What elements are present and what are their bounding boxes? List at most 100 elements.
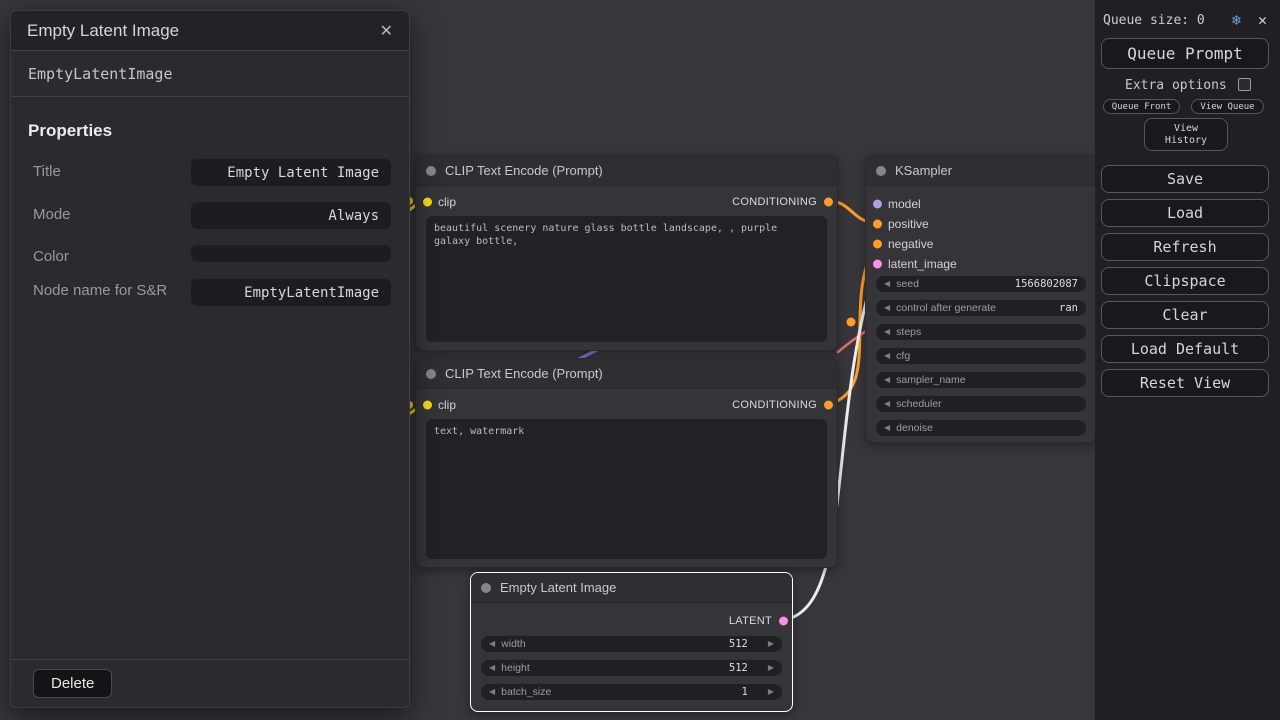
width-widget[interactable]: width 512 bbox=[481, 636, 782, 652]
node-name-field-label: Node name for S&R bbox=[33, 281, 183, 301]
node-title: CLIP Text Encode (Prompt) bbox=[445, 366, 603, 381]
node-empty-latent-image[interactable]: Empty Latent Image LATENT width 512 heig… bbox=[470, 572, 793, 712]
clip-input-port[interactable] bbox=[423, 401, 432, 410]
denoise-widget[interactable]: denoise bbox=[876, 420, 1086, 436]
decrement-arrow-icon[interactable] bbox=[489, 688, 495, 696]
view-history-line2: History bbox=[1165, 135, 1207, 147]
properties-heading: Properties bbox=[28, 121, 112, 141]
decrement-arrow-icon[interactable] bbox=[884, 376, 890, 384]
close-icon[interactable]: ✕ bbox=[1258, 11, 1267, 29]
load-button[interactable]: Load bbox=[1101, 199, 1269, 227]
latent-output-label: LATENT bbox=[729, 615, 772, 627]
collapse-dot-icon[interactable] bbox=[481, 583, 491, 593]
dialog-title: Empty Latent Image bbox=[27, 21, 179, 41]
increment-arrow-icon[interactable] bbox=[768, 688, 774, 696]
widget-value: 512 bbox=[729, 662, 748, 674]
clip-input-port[interactable] bbox=[423, 198, 432, 207]
extra-options-label: Extra options bbox=[1125, 78, 1227, 93]
reset-view-button[interactable]: Reset View bbox=[1101, 369, 1269, 397]
delete-button[interactable]: Delete bbox=[33, 669, 112, 698]
steps-widget[interactable]: steps bbox=[876, 324, 1086, 340]
conditioning-output-port[interactable] bbox=[824, 401, 833, 410]
save-button[interactable]: Save bbox=[1101, 165, 1269, 193]
slot-row: negative bbox=[866, 234, 1096, 254]
node-title: KSampler bbox=[895, 163, 952, 178]
decrement-arrow-icon[interactable] bbox=[489, 640, 495, 648]
decrement-arrow-icon[interactable] bbox=[884, 304, 890, 312]
node-ksampler[interactable]: KSampler model positive negative latent_… bbox=[865, 155, 1097, 443]
height-widget[interactable]: height 512 bbox=[481, 660, 782, 676]
collapse-dot-icon[interactable] bbox=[426, 369, 436, 379]
model-input-port[interactable] bbox=[873, 200, 882, 209]
node-header[interactable]: Empty Latent Image bbox=[471, 573, 792, 603]
batch-size-widget[interactable]: batch_size 1 bbox=[481, 684, 782, 700]
comfy-menu: Queue size: 0 ✕ Queue Prompt Extra optio… bbox=[1095, 0, 1280, 720]
color-field-label: Color bbox=[33, 247, 69, 267]
node-name-field-input[interactable]: EmptyLatentImage bbox=[191, 279, 391, 306]
refresh-button[interactable]: Refresh bbox=[1101, 233, 1269, 261]
extra-options-checkbox[interactable] bbox=[1238, 78, 1251, 91]
decrement-arrow-icon[interactable] bbox=[884, 424, 890, 432]
node-header[interactable]: CLIP Text Encode (Prompt) bbox=[416, 156, 837, 186]
clear-button[interactable]: Clear bbox=[1101, 301, 1269, 329]
negative-input-port[interactable] bbox=[873, 240, 882, 249]
conditioning-output-label: CONDITIONING bbox=[732, 399, 817, 411]
mode-field-label: Mode bbox=[33, 205, 71, 225]
title-field-label: Title bbox=[33, 162, 61, 182]
prompt-textarea[interactable]: text, watermark bbox=[426, 419, 827, 559]
widget-label: control after generate bbox=[896, 302, 996, 314]
close-icon[interactable]: ✕ bbox=[380, 21, 393, 41]
decrement-arrow-icon[interactable] bbox=[884, 400, 890, 408]
collapse-dot-icon[interactable] bbox=[876, 166, 886, 176]
view-history-button[interactable]: View History bbox=[1144, 118, 1228, 151]
queue-size-label: Queue size: 0 bbox=[1103, 13, 1205, 28]
widget-label: steps bbox=[896, 326, 921, 338]
dialog-header: Empty Latent Image ✕ bbox=[11, 11, 409, 51]
negative-input-label: negative bbox=[888, 237, 933, 251]
widget-label: height bbox=[501, 662, 530, 674]
latent-image-input-port[interactable] bbox=[873, 260, 882, 269]
view-history-line1: View bbox=[1174, 123, 1198, 135]
decrement-arrow-icon[interactable] bbox=[884, 328, 890, 336]
decrement-arrow-icon[interactable] bbox=[884, 352, 890, 360]
slot-row: latent_image bbox=[866, 254, 1096, 274]
title-field-input[interactable]: Empty Latent Image bbox=[191, 159, 391, 186]
cfg-widget[interactable]: cfg bbox=[876, 348, 1086, 364]
clipspace-button[interactable]: Clipspace bbox=[1101, 267, 1269, 295]
latent-output-port[interactable] bbox=[779, 617, 788, 626]
node-title: Empty Latent Image bbox=[500, 580, 616, 595]
increment-arrow-icon[interactable] bbox=[768, 640, 774, 648]
model-input-label: model bbox=[888, 197, 921, 211]
widget-label: scheduler bbox=[896, 398, 942, 410]
control-after-generate-widget[interactable]: control after generate ran bbox=[876, 300, 1086, 316]
widget-value: 512 bbox=[729, 638, 748, 650]
increment-arrow-icon[interactable] bbox=[768, 664, 774, 672]
decrement-arrow-icon[interactable] bbox=[884, 280, 890, 288]
slot-row: positive bbox=[866, 214, 1096, 234]
view-queue-button[interactable]: View Queue bbox=[1191, 99, 1264, 114]
widget-label: seed bbox=[896, 278, 919, 290]
decrement-arrow-icon[interactable] bbox=[489, 664, 495, 672]
mode-field-input[interactable]: Always bbox=[191, 202, 391, 229]
seed-widget[interactable]: seed 1566802087 bbox=[876, 276, 1086, 292]
node-header[interactable]: KSampler bbox=[866, 156, 1096, 186]
node-clip-text-encode-2[interactable]: CLIP Text Encode (Prompt) clip CONDITION… bbox=[415, 358, 838, 568]
queue-prompt-button[interactable]: Queue Prompt bbox=[1101, 38, 1269, 69]
scheduler-widget[interactable]: scheduler bbox=[876, 396, 1086, 412]
node-header[interactable]: CLIP Text Encode (Prompt) bbox=[416, 359, 837, 389]
node-clip-text-encode-1[interactable]: CLIP Text Encode (Prompt) clip CONDITION… bbox=[415, 155, 838, 351]
conditioning-output-port[interactable] bbox=[824, 198, 833, 207]
slot-row: clip CONDITIONING bbox=[416, 395, 837, 415]
widget-label: batch_size bbox=[501, 686, 551, 698]
settings-snowflake-icon[interactable] bbox=[1232, 11, 1241, 29]
widget-value: 1566802087 bbox=[1015, 278, 1078, 290]
color-field-input[interactable] bbox=[191, 245, 391, 262]
prompt-textarea[interactable]: beautiful scenery nature glass bottle la… bbox=[426, 216, 827, 342]
queue-front-button[interactable]: Queue Front bbox=[1103, 99, 1180, 114]
comfyui-app: CLIP Text Encode (Prompt) clip CONDITION… bbox=[0, 0, 1280, 720]
positive-input-port[interactable] bbox=[873, 220, 882, 229]
sampler-name-widget[interactable]: sampler_name bbox=[876, 372, 1086, 388]
collapse-dot-icon[interactable] bbox=[426, 166, 436, 176]
clip-input-label: clip bbox=[438, 195, 456, 209]
load-default-button[interactable]: Load Default bbox=[1101, 335, 1269, 363]
